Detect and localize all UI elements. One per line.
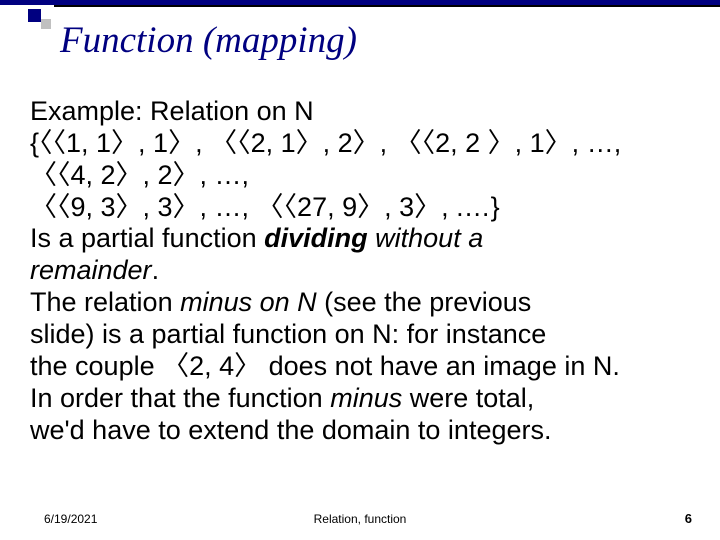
slide-footer: 6/19/2021 Relation, function 6 (0, 506, 720, 526)
body-line-6: The relation minus on N (see the previou… (30, 287, 690, 319)
text: were total, (402, 383, 534, 413)
em-minus: minus (330, 383, 402, 413)
text: (see the previous (317, 287, 532, 317)
em-remainder: remainder (30, 255, 152, 285)
footer-page-number: 6 (685, 511, 692, 526)
body-line-4: Is a partial function dividing without a (30, 223, 690, 255)
em-minus-on-n: minus on N (180, 287, 317, 317)
accent-square-grey-icon (41, 19, 51, 29)
body-line-3: 〈〈9, 3〉, 3〉, …, 〈〈27, 9〉, 3〉, .…} (30, 192, 690, 224)
body-line-2: {〈〈1, 1〉, 1〉, 〈〈2, 1〉, 2〉, 〈〈2, 2 〉, 1〉,… (30, 128, 690, 192)
horizontal-rule (54, 5, 720, 7)
body-line-8: the couple 〈2, 4〉 does not have an image… (30, 351, 690, 383)
body-line-10: we'd have to extend the domain to intege… (30, 415, 690, 447)
slide: Function (mapping) Example: Relation on … (0, 0, 720, 540)
body-line-7: slide) is a partial function on N: for i… (30, 319, 690, 351)
slide-body: Example: Relation on N {〈〈1, 1〉, 1〉, 〈〈2… (30, 96, 690, 446)
footer-title: Relation, function (0, 512, 720, 526)
body-line-1: Example: Relation on N (30, 96, 690, 128)
text: without a (368, 223, 484, 253)
em-dividing: dividing (264, 223, 368, 253)
text: . (152, 255, 160, 285)
slide-title: Function (mapping) (60, 19, 357, 62)
body-line-9: In order that the function minus were to… (30, 383, 690, 415)
text: Is a partial function (30, 223, 264, 253)
accent-square-icon (28, 9, 41, 22)
body-line-5: remainder. (30, 255, 690, 287)
text: In order that the function (30, 383, 330, 413)
text: The relation (30, 287, 180, 317)
